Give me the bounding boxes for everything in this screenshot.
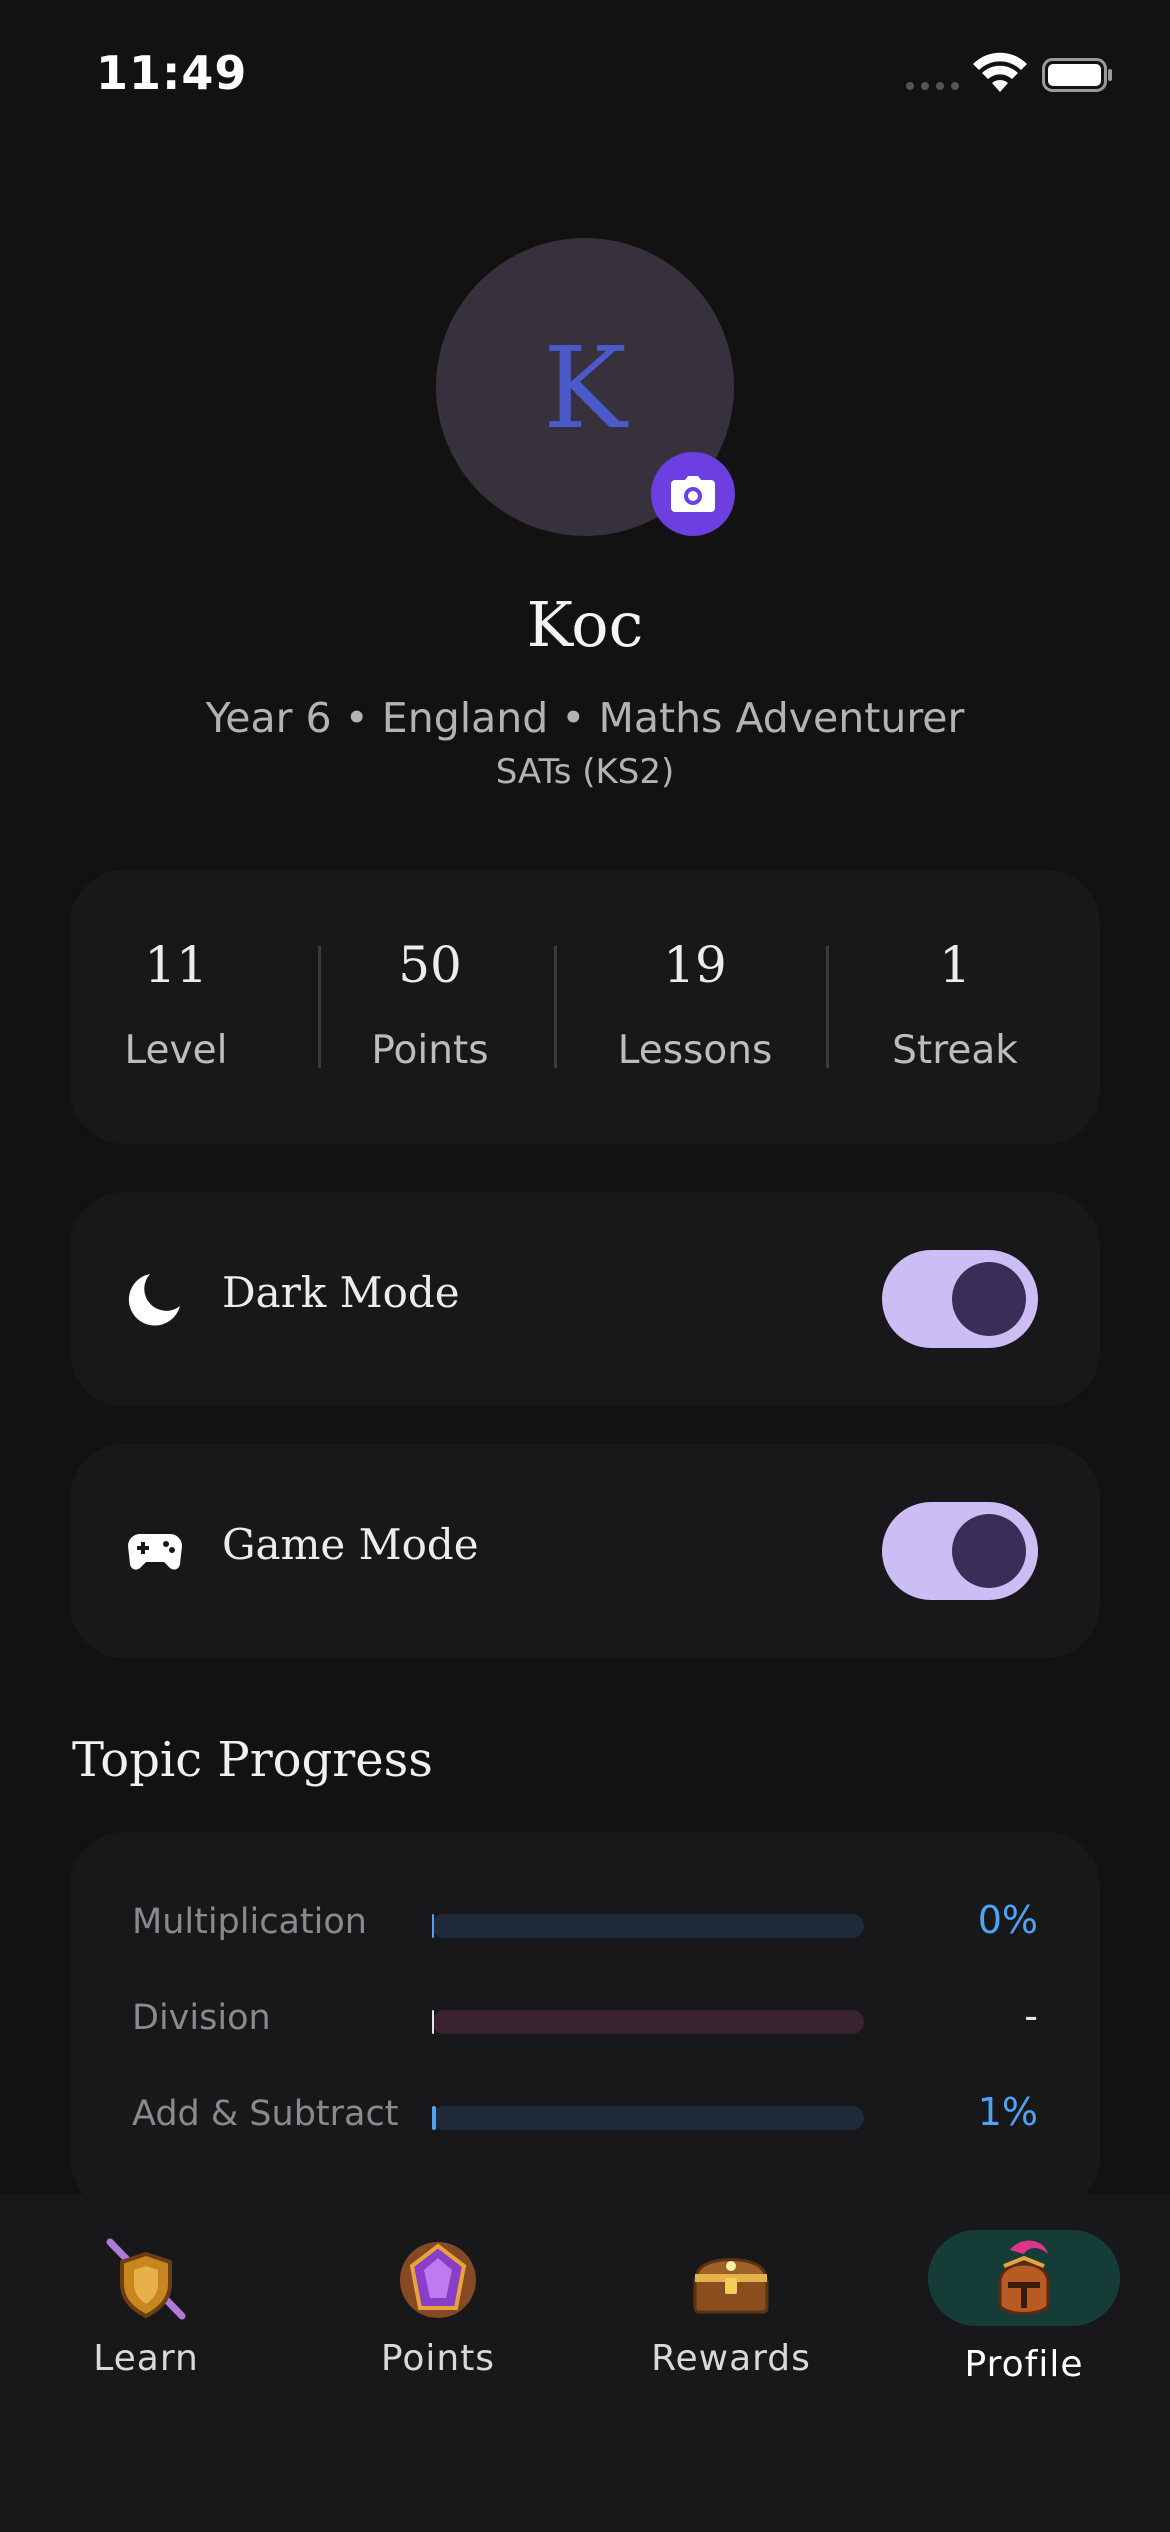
gamepad-icon (128, 1534, 182, 1570)
nav-item-points[interactable]: Points (318, 2194, 558, 2414)
stat-lessons: 19 Lessons (590, 870, 800, 1144)
progress-fill (432, 2106, 437, 2130)
nav-label-profile: Profile (964, 2344, 1084, 2385)
dark-mode-toggle[interactable] (882, 1250, 1038, 1348)
stat-streak: 1 Streak (860, 870, 1050, 1144)
stat-divider (554, 946, 557, 1068)
stat-label: Streak (892, 1028, 1018, 1073)
dark-mode-row[interactable]: Dark Mode (70, 1192, 1100, 1406)
change-photo-button[interactable] (651, 452, 735, 536)
progress-bar-division (432, 2010, 864, 2034)
topic-value-multiplication: 0% (977, 1898, 1038, 1942)
progress-bar-add-subtract (432, 2106, 864, 2130)
avatar-initial: K (543, 324, 627, 454)
game-mode-toggle[interactable] (882, 1502, 1038, 1600)
nav-label-points: Points (380, 2338, 496, 2379)
camera-icon (671, 476, 715, 512)
gem-icon (400, 2242, 476, 2318)
profile-name: Koc (526, 588, 644, 661)
profile-exam: SATs (KS2) (495, 752, 675, 792)
wifi-icon (973, 52, 1027, 92)
toggle-knob (952, 1262, 1026, 1336)
dark-mode-label: Dark Mode (222, 1268, 460, 1317)
stat-divider (826, 946, 829, 1068)
bottom-nav: Learn Points Rewards Profile (0, 2194, 1170, 2532)
profile-subtitle: Year 6 • England • Maths Adventurer (205, 694, 965, 742)
topic-label-division: Division (132, 1998, 271, 2038)
nav-label-learn: Learn (93, 2338, 199, 2379)
stat-value: 1 (939, 936, 971, 994)
moon-icon (128, 1274, 180, 1326)
nav-item-rewards[interactable]: Rewards (611, 2194, 851, 2414)
progress-fill (432, 1914, 435, 1938)
nav-item-profile[interactable]: Profile (904, 2194, 1144, 2414)
progress-fill (432, 2010, 435, 2034)
stat-value: 19 (663, 936, 727, 994)
status-time: 11:49 (96, 46, 248, 100)
topic-value-division: - (1024, 1994, 1038, 2038)
stat-value: 11 (144, 936, 208, 994)
knight-helmet-icon (998, 2240, 1050, 2315)
stat-label: Lessons (617, 1028, 773, 1073)
topic-progress-card: Multiplication 0% Division - Add & Subtr… (70, 1832, 1100, 2212)
topic-value-add-subtract: 1% (977, 2090, 1038, 2134)
stat-divider (318, 946, 321, 1068)
nav-label-rewards: Rewards (651, 2338, 811, 2379)
game-mode-label: Game Mode (222, 1520, 479, 1569)
sword-shield-icon (106, 2238, 186, 2320)
stat-value: 50 (398, 936, 462, 994)
topic-progress-title: Topic Progress (72, 1732, 433, 1788)
stat-label: Points (371, 1028, 489, 1073)
toggle-knob (952, 1514, 1026, 1588)
stats-card: 11 Level 50 Points 19 Lessons 1 Streak (70, 870, 1100, 1144)
treasure-chest-icon (693, 2258, 769, 2314)
stat-points: 50 Points (350, 870, 510, 1144)
cellular-signal-icon (906, 82, 959, 90)
stat-label: Level (124, 1028, 228, 1073)
nav-item-learn[interactable]: Learn (26, 2194, 266, 2414)
topic-label-multiplication: Multiplication (132, 1902, 367, 1942)
game-mode-row[interactable]: Game Mode (70, 1444, 1100, 1658)
stat-level: 11 Level (110, 870, 242, 1144)
topic-label-add-subtract: Add & Subtract (132, 2094, 399, 2134)
progress-bar-multiplication (432, 1914, 864, 1938)
battery-icon (1042, 58, 1112, 92)
